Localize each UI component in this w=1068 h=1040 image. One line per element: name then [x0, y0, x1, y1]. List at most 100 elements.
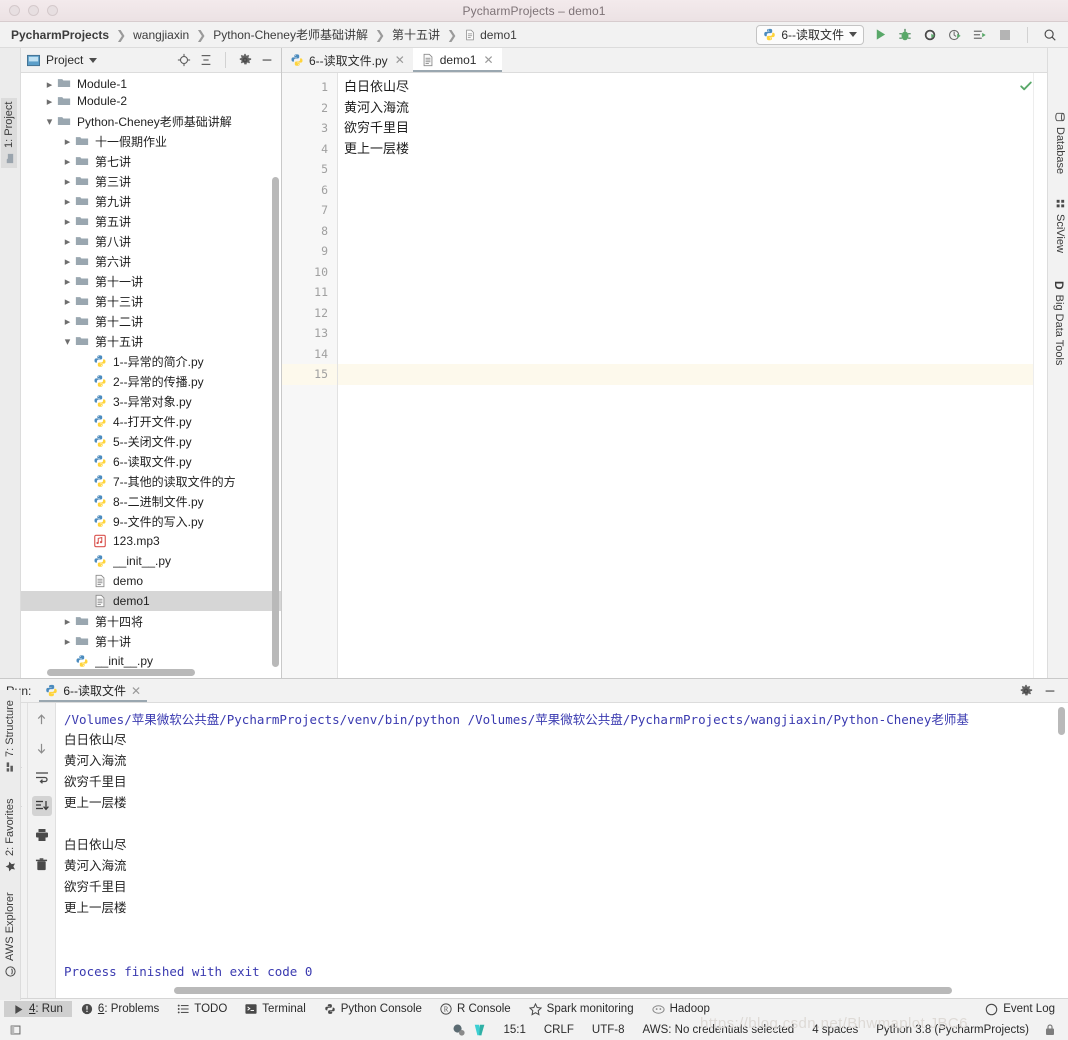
tree-row[interactable]: 1--异常的简介.py [21, 351, 281, 371]
sidebar-item-big-data-tools[interactable]: D Big Data Tools [1050, 277, 1068, 369]
tree-row[interactable]: ▸ 第九讲 [21, 191, 281, 211]
code-line[interactable]: 欲穷千里目 [338, 118, 1033, 139]
run-tab[interactable]: 6--读取文件 ✕ [39, 679, 147, 702]
close-icon[interactable]: ✕ [395, 53, 405, 67]
sidebar-item-project[interactable]: 1: Project [1, 97, 17, 168]
sidebar-item-sciview[interactable]: SciView [1052, 195, 1068, 257]
soft-wrap-button[interactable] [32, 767, 52, 787]
tree-row[interactable]: ▸ 第八讲 [21, 231, 281, 251]
chevron-right-icon[interactable]: ▸ [61, 175, 74, 188]
chevron-right-icon[interactable]: ▸ [43, 78, 56, 91]
tree-row[interactable]: 3--异常对象.py [21, 391, 281, 411]
tree-row[interactable]: demo [21, 571, 281, 591]
console-output[interactable]: /Volumes/苹果微软公共盘/PycharmProjects/venv/bi… [56, 703, 1068, 998]
tree-row[interactable]: 8--二进制文件.py [21, 491, 281, 511]
code-line[interactable] [338, 282, 1033, 303]
chevron-right-icon[interactable]: ▸ [61, 195, 74, 208]
tree-row[interactable]: ▸ 第三讲 [21, 171, 281, 191]
chevron-down-icon[interactable] [849, 32, 857, 37]
caret-position[interactable]: 15:1 [494, 1024, 534, 1036]
breadcrumb-item[interactable]: 第十五讲 [389, 25, 443, 44]
hide-panel-button[interactable] [259, 52, 275, 68]
breadcrumb-item[interactable]: wangjiaxin [130, 27, 192, 43]
console-vertical-scrollbar[interactable] [1058, 707, 1065, 735]
bottom-tool-spark-monitoring[interactable]: Spark monitoring [520, 1001, 643, 1018]
code-line[interactable] [338, 241, 1033, 262]
code-line[interactable] [338, 364, 1033, 385]
indent-setting[interactable]: 4 spaces [803, 1024, 867, 1036]
tree-row[interactable]: 9--文件的写入.py [21, 511, 281, 531]
editor-text[interactable]: 白日依山尽 黄河入海流 欲穷千里目 更上一层楼 [338, 73, 1033, 678]
sidebar-item-database[interactable]: Database [1052, 108, 1068, 178]
chevron-right-icon[interactable]: ▸ [61, 155, 74, 168]
chevron-right-icon[interactable]: ▸ [61, 295, 74, 308]
breadcrumb-item[interactable]: Python-Cheney老师基础讲解 [210, 25, 371, 44]
chevron-right-icon[interactable]: ▸ [61, 255, 74, 268]
search-everywhere-button[interactable] [1042, 27, 1058, 43]
bottom-tool-r-console[interactable]: R R Console [431, 1001, 520, 1017]
tree-row[interactable]: 7--其他的读取文件的方 [21, 471, 281, 491]
toggle-toolbar-icon[interactable] [8, 1022, 24, 1038]
tree-row[interactable]: ▸ 第五讲 [21, 211, 281, 231]
chevron-right-icon[interactable]: ▸ [61, 235, 74, 248]
chevron-down-icon[interactable]: ▾ [43, 115, 56, 128]
chevron-right-icon[interactable]: ▸ [61, 215, 74, 228]
chevron-right-icon[interactable]: ▸ [61, 635, 74, 648]
code-line[interactable] [338, 200, 1033, 221]
gear-icon[interactable] [237, 52, 253, 68]
collapse-all-button[interactable] [198, 52, 214, 68]
tree-row[interactable]: ▸ 第十三讲 [21, 291, 281, 311]
gear-icon[interactable] [1018, 683, 1034, 699]
bottom-tool-hadoop[interactable]: Hadoop [643, 1001, 719, 1018]
up-stacktrace-button[interactable] [32, 709, 52, 729]
tree-row[interactable]: ▸ 第七讲 [21, 151, 281, 171]
breadcrumb-item[interactable]: demo1 [461, 27, 520, 43]
run-coverage-button[interactable] [922, 27, 938, 43]
checkmark-icon[interactable] [1019, 79, 1033, 93]
tree-row[interactable]: 123.mp3 [21, 531, 281, 551]
code-line[interactable] [338, 221, 1033, 242]
sidebar-item-favorites[interactable]: 2: Favorites [2, 796, 18, 875]
bottom-tool-todo[interactable]: TODO [168, 1001, 236, 1017]
debug-button[interactable] [897, 27, 913, 43]
tree-row[interactable]: ▸ 第十讲 [21, 631, 281, 651]
code-line[interactable] [338, 344, 1033, 365]
tree-row[interactable]: ▾ 第十五讲 [21, 331, 281, 351]
code-line[interactable] [338, 323, 1033, 344]
tree-row[interactable]: ▸ 第十二讲 [21, 311, 281, 331]
sidebar-item-aws-explorer[interactable]: AWS Explorer [2, 889, 18, 980]
select-opened-file-button[interactable] [176, 52, 192, 68]
console-horizontal-scrollbar[interactable] [174, 987, 952, 994]
stop-button[interactable] [997, 27, 1013, 43]
chevron-down-icon[interactable] [89, 57, 98, 63]
bottom-tool-python-console[interactable]: Python Console [315, 1001, 431, 1017]
editor-content[interactable]: 1 2 3 4 5 6 7 8 9 10 11 12 13 14 15 白日依山尽 黄河入海流 欲穷千里目 更上一… [282, 73, 1047, 678]
inspection-icon[interactable] [450, 1022, 466, 1038]
down-stacktrace-button[interactable] [32, 738, 52, 758]
chevron-right-icon[interactable]: ▸ [61, 275, 74, 288]
chevron-down-icon[interactable]: ▾ [61, 335, 74, 348]
bottom-tool-4-run[interactable]: 4: Run [4, 1001, 72, 1017]
run-button[interactable] [872, 27, 888, 43]
print-button[interactable] [32, 825, 52, 845]
code-line[interactable]: 黄河入海流 [338, 98, 1033, 119]
editor-tab[interactable]: 6--读取文件.py ✕ [282, 48, 413, 72]
chevron-right-icon[interactable]: ▸ [61, 615, 74, 628]
chevron-right-icon[interactable]: ▸ [61, 315, 74, 328]
profile-button[interactable] [947, 27, 963, 43]
tree-row[interactable]: ▸ 第十一讲 [21, 271, 281, 291]
run-configuration-selector[interactable]: 6--读取文件 [756, 24, 864, 45]
aws-credentials[interactable]: AWS: No credentials selected [634, 1024, 804, 1036]
bottom-tool-terminal[interactable]: Terminal [236, 1001, 314, 1017]
tree-row[interactable]: ▾ Python-Cheney老师基础讲解 [21, 111, 281, 131]
line-separator[interactable]: CRLF [535, 1024, 583, 1036]
lock-icon[interactable] [1042, 1022, 1058, 1038]
chevron-right-icon[interactable]: ▸ [43, 95, 56, 108]
tree-row[interactable]: ▸ 第六讲 [21, 251, 281, 271]
code-line[interactable] [338, 262, 1033, 283]
chevron-right-icon[interactable]: ▸ [61, 135, 74, 148]
tree-row[interactable]: ▸ Module-2 [21, 91, 281, 111]
tree-horizontal-scrollbar[interactable] [47, 669, 195, 676]
breadcrumb-item[interactable]: PycharmProjects [8, 27, 112, 43]
tree-row[interactable]: ▸ Module-1 [21, 75, 281, 91]
